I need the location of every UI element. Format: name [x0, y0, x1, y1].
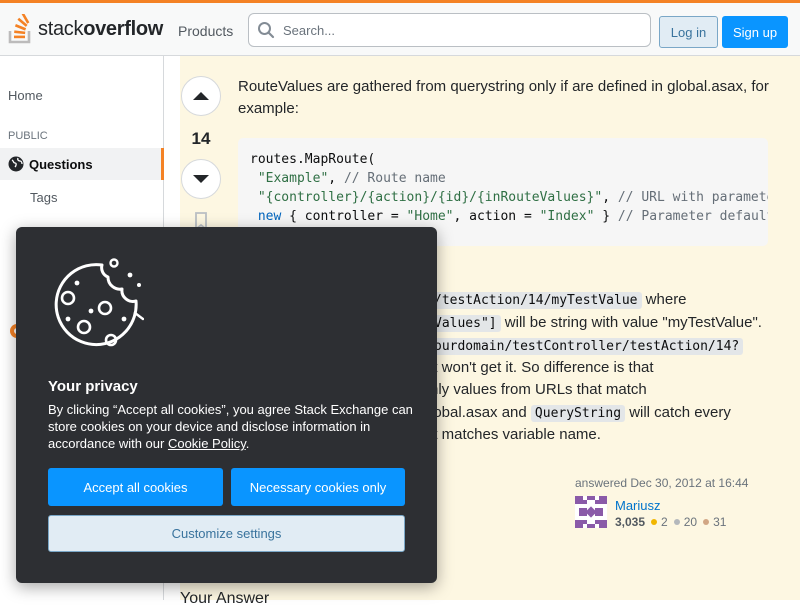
search-icon	[258, 22, 275, 39]
user-reputation: 3,035 2 20 31	[615, 515, 727, 529]
your-answer-heading: Your Answer	[180, 590, 270, 607]
user-name-link[interactable]: Mariusz	[615, 498, 661, 513]
top-bar: stackoverflow Products Log in Sign up	[0, 0, 800, 56]
cookie-dialog-title: Your privacy	[48, 378, 138, 395]
silver-badge-icon	[673, 519, 680, 525]
cookie-icon	[54, 258, 144, 347]
signup-button[interactable]: Sign up	[722, 16, 788, 48]
arrow-down-icon	[193, 175, 209, 183]
stackoverflow-logo[interactable]: stackoverflow	[8, 11, 163, 47]
products-link[interactable]: Products	[170, 17, 241, 45]
cookie-policy-link[interactable]: Cookie Policy	[168, 436, 246, 451]
sidebar-item-questions[interactable]: Questions	[0, 148, 164, 180]
inline-code: Values"]	[430, 315, 501, 332]
sidebar-item-home[interactable]: Home	[8, 88, 43, 103]
user-avatar[interactable]	[575, 496, 607, 528]
arrow-up-icon	[193, 92, 209, 100]
answer-line: it matches variable name.	[430, 426, 601, 443]
sidebar-collectives-stub	[7, 299, 13, 307]
inline-code: /testAction/14/myTestValue	[430, 292, 642, 309]
answer-paragraph: RouteValues are gathered from querystrin…	[238, 78, 769, 117]
downvote-button[interactable]	[181, 159, 221, 199]
inline-code: ourdomain/testController/testAction/14?	[430, 338, 744, 355]
answer-line: ourdomain/testController/testAction/14?	[430, 335, 744, 358]
upvote-button[interactable]	[181, 76, 221, 116]
answer-line: /testAction/14/myTestValue where	[430, 289, 687, 312]
vote-count: 14	[191, 129, 211, 148]
gold-badge-icon	[651, 519, 658, 525]
search-input[interactable]	[281, 14, 641, 46]
cookie-dialog-text: By clicking “Accept all cookies”, you ag…	[48, 402, 413, 451]
stack-logo-icon	[8, 14, 31, 44]
accept-all-cookies-button[interactable]: Accept all cookies	[48, 468, 223, 506]
answer-line: nly values from URLs that match	[430, 381, 647, 398]
cookie-consent-dialog: Your privacy By clicking “Accept all coo…	[16, 227, 437, 583]
globe-icon	[8, 156, 24, 172]
sidebar-item-tags[interactable]: Tags	[30, 190, 57, 205]
customize-settings-button[interactable]: Customize settings	[48, 515, 405, 552]
login-button[interactable]: Log in	[659, 16, 718, 48]
answer-line: Values"] will be string with value "myTe…	[430, 312, 762, 335]
answer-line: it won't get it. So difference is that	[430, 359, 654, 376]
answered-timestamp[interactable]: answered Dec 30, 2012 at 16:44	[575, 476, 748, 490]
bronze-badge-icon	[703, 519, 710, 525]
inline-code: QueryString	[530, 405, 626, 422]
search-box[interactable]	[248, 13, 651, 47]
logo-text: stackoverflow	[38, 17, 164, 40]
answer-line: lobal.asax and QueryString will catch ev…	[430, 404, 731, 422]
sidebar-heading-public: PUBLIC	[8, 130, 48, 142]
necessary-cookies-button[interactable]: Necessary cookies only	[231, 468, 405, 506]
sidebar-item-label: Questions	[29, 156, 93, 172]
